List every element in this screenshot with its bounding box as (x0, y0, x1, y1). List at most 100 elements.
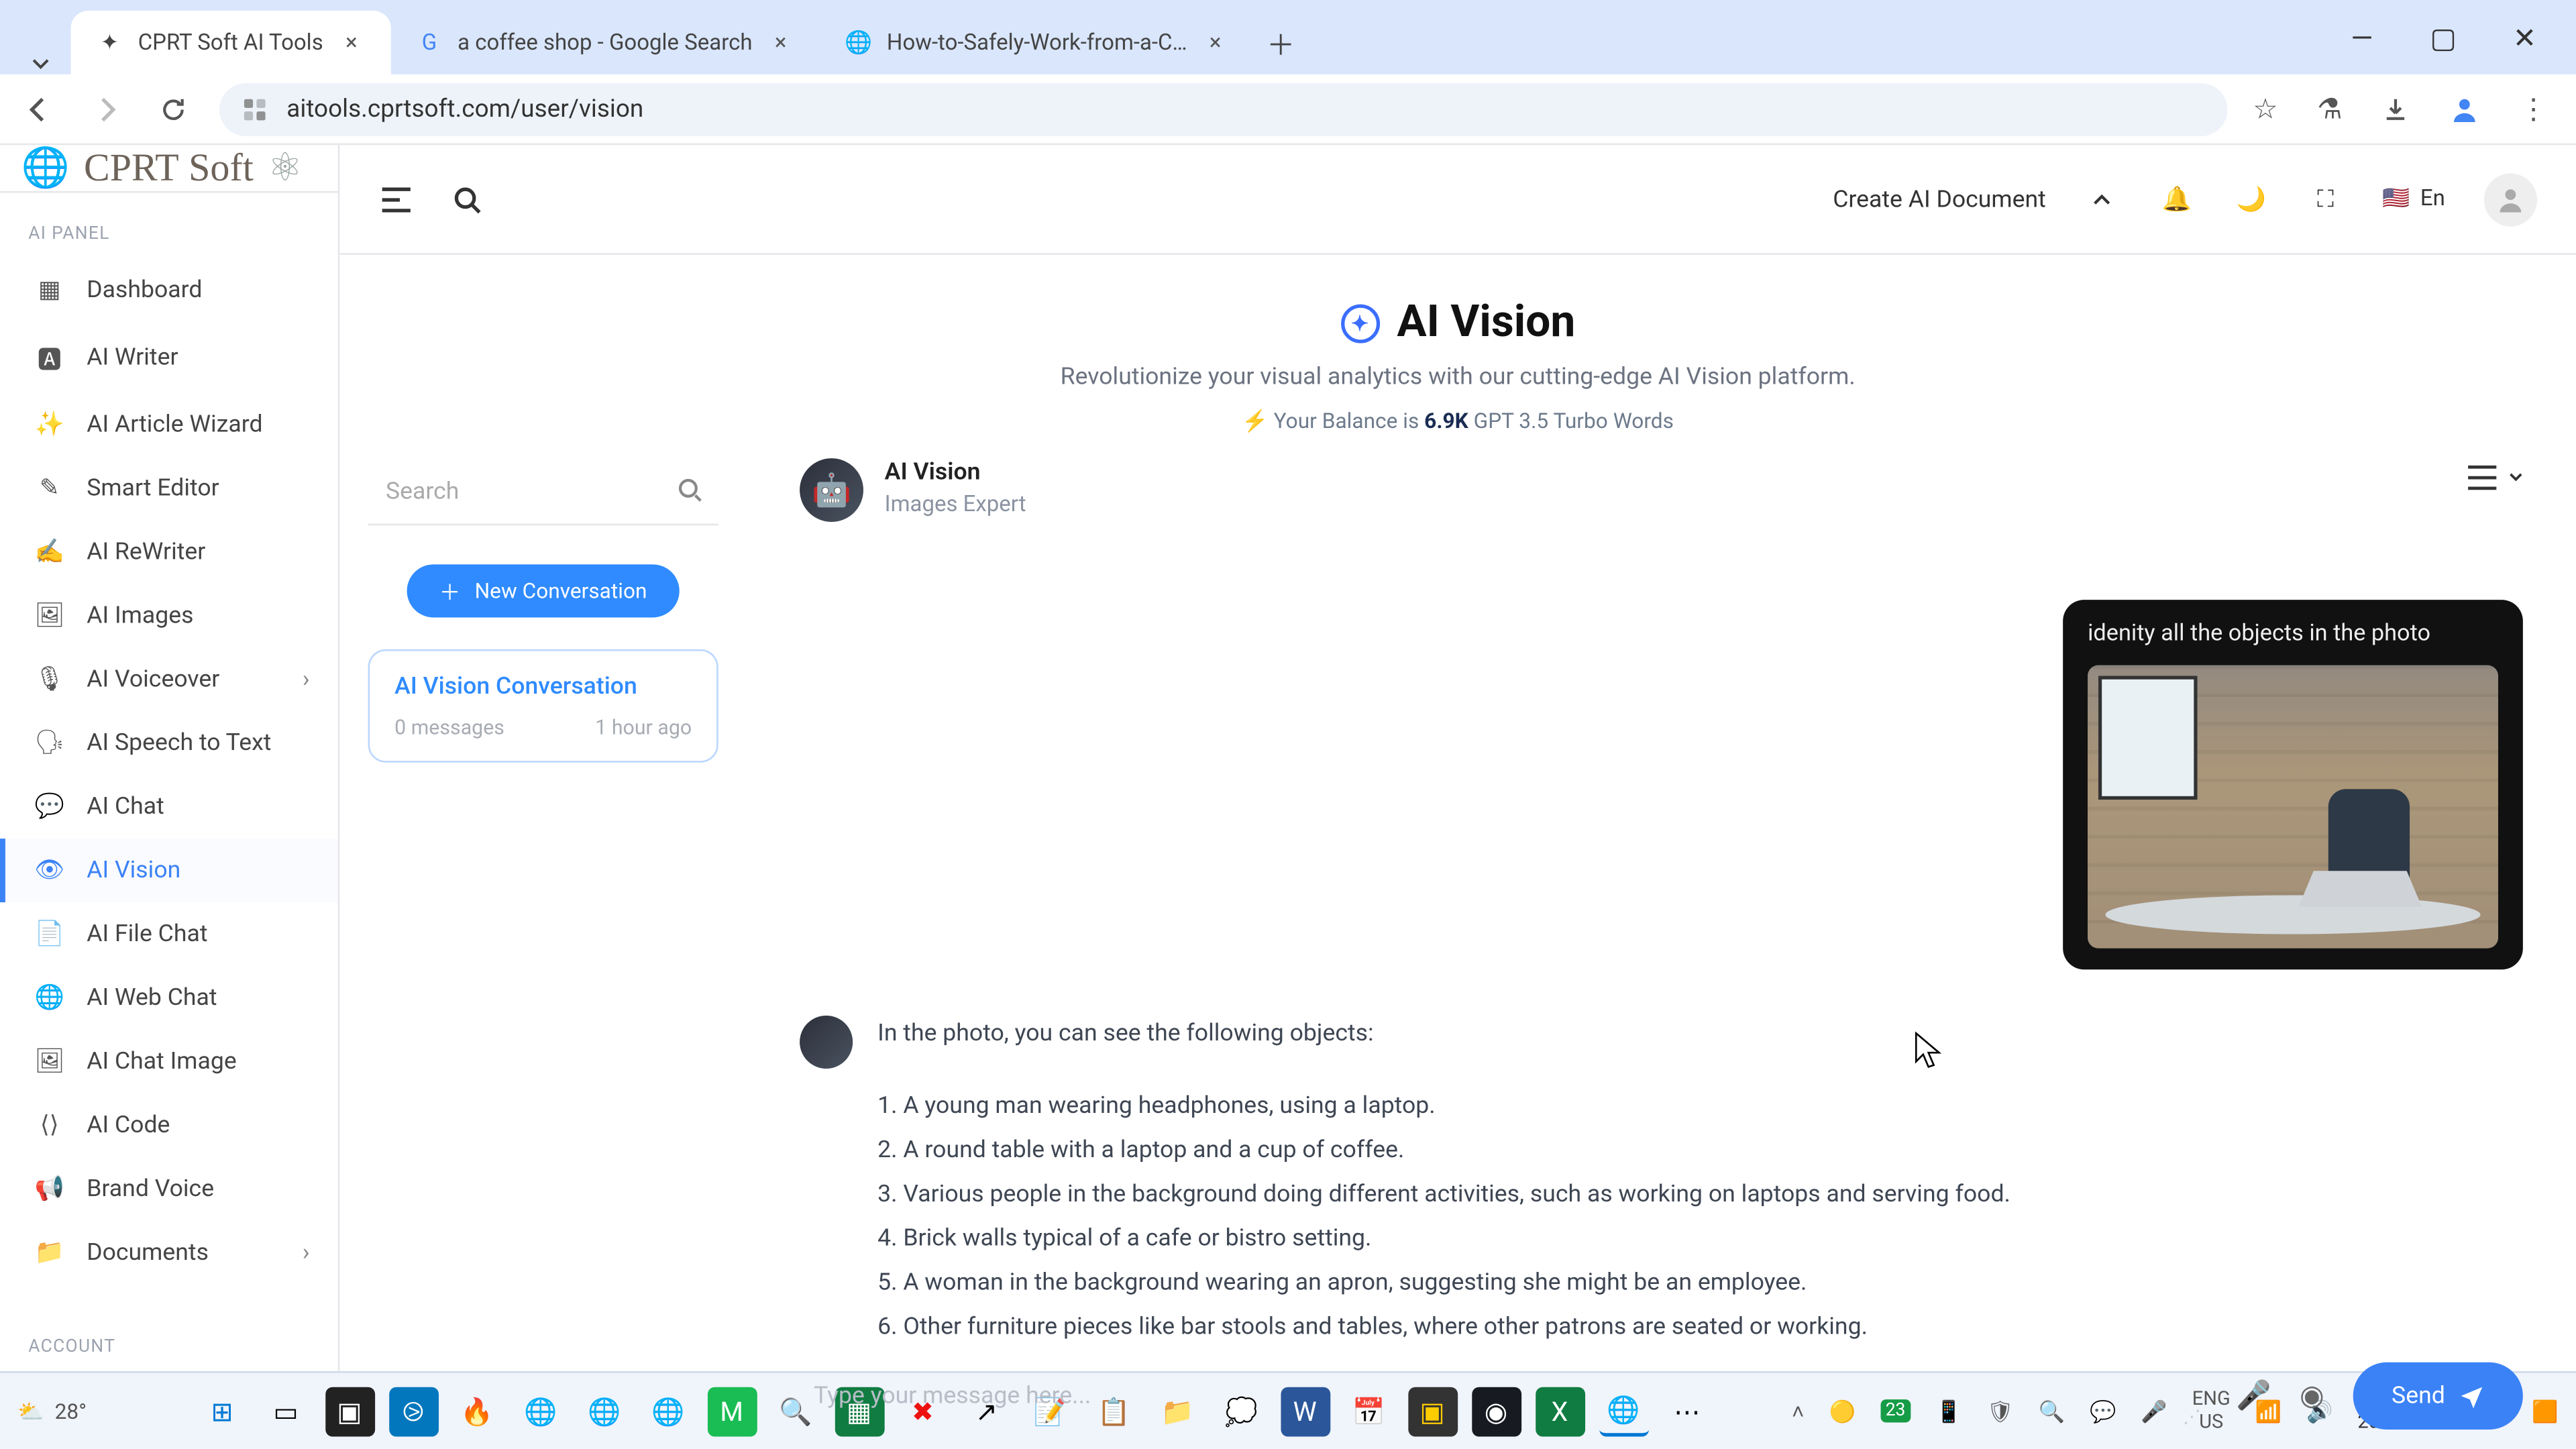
ai-message-line: 5. A woman in the background wearing an … (877, 1261, 2010, 1305)
globe-icon: 🌐 (34, 983, 65, 1012)
tab-search-dropdown[interactable] (11, 53, 71, 74)
browser-tab[interactable]: G a coffee shop - Google Search × (390, 11, 820, 74)
message-input[interactable] (800, 1360, 2208, 1431)
chat-icon: 💬 (34, 793, 65, 821)
chrome-menu-icon[interactable]: ⋮ (2520, 92, 2548, 125)
chevron-right-icon: › (303, 665, 310, 694)
composer-options: ⚙GPT 3.5 Turbo 🗣Brand Voice 📚Prompt Libr… (800, 1442, 2523, 1449)
resize-handle-icon[interactable]: ⋰ (2183, 1408, 2200, 1428)
taskbar-chrome-icon[interactable]: 🌐 (643, 1386, 693, 1436)
eye-icon: 👁 (34, 856, 65, 884)
hamburger-icon[interactable] (378, 186, 414, 211)
tab-title: a coffee shop - Google Search (458, 30, 752, 56)
conversation-search-input[interactable] (368, 458, 718, 525)
vision-badge-icon: ✦ (1340, 303, 1379, 342)
fullscreen-icon[interactable]: ⛶ (2308, 185, 2343, 213)
window-minimize-button[interactable]: — (2321, 0, 2402, 74)
taskbar-app-icon[interactable]: 🔥 (452, 1386, 502, 1436)
tab-close-icon[interactable]: × (1201, 30, 1230, 56)
taskbar-chrome-icon[interactable]: 🌐 (580, 1386, 629, 1436)
dark-mode-icon[interactable]: 🌙 (2233, 185, 2269, 213)
window-close-button[interactable]: ✕ (2484, 0, 2565, 74)
labs-flask-icon[interactable]: ⚗ (2317, 92, 2343, 125)
page-title: AI Vision (1397, 297, 1575, 348)
sidebar-item-brand-voice[interactable]: 📢Brand Voice (0, 1157, 338, 1221)
user-avatar[interactable] (2484, 172, 2537, 225)
downloads-icon[interactable] (2381, 95, 2410, 123)
stop-record-icon[interactable]: ◉ (2300, 1379, 2324, 1412)
language-label: En (2420, 186, 2445, 213)
sidebar-item-label: AI Vision (87, 856, 180, 884)
search-icon[interactable] (449, 183, 485, 215)
microphone-icon[interactable]: 🎤 (2236, 1379, 2271, 1412)
taskbar-terminal-icon[interactable]: ▣ (325, 1386, 374, 1436)
uploaded-image-thumbnail[interactable] (2088, 665, 2498, 949)
language-selector[interactable]: 🇺🇸 En (2382, 186, 2445, 213)
sidebar-item-file-chat[interactable]: 📄AI File Chat (0, 902, 338, 966)
sidebar-item-vision[interactable]: 👁 AI Vision (0, 839, 338, 902)
chevron-up-icon[interactable] (2085, 189, 2121, 210)
browser-toolbar: aitools.cprtsoft.com/user/vision ☆ ⚗ ⋮ (0, 74, 2576, 145)
start-menu-icon[interactable]: ⊞ (197, 1386, 247, 1436)
sidebar-item-voiceover[interactable]: 🎙AI Voiceover› (0, 647, 338, 711)
taskbar-chrome-icon[interactable]: 🌐 (516, 1386, 566, 1436)
bell-icon[interactable]: 🔔 (2159, 185, 2195, 213)
sidebar-item-rewriter[interactable]: ✍AI ReWriter (0, 520, 338, 584)
profile-icon[interactable] (2449, 93, 2480, 124)
chat-menu-button[interactable] (2466, 458, 2522, 490)
bot-avatar: 🤖 (800, 458, 863, 522)
new-conversation-button[interactable]: ＋ New Conversation (407, 564, 679, 617)
nav-reload-button[interactable] (152, 95, 195, 123)
site-settings-icon[interactable] (241, 95, 269, 123)
taskbar-weather[interactable]: ⛅ 28° (17, 1399, 87, 1424)
taskbar-app-icon[interactable]: ▭ (261, 1386, 311, 1436)
tab-close-icon[interactable]: × (767, 30, 795, 56)
browser-tab-active[interactable]: ✦ CPRT Soft AI Tools × (70, 11, 390, 74)
sidebar-item-chat-image[interactable]: 🖼AI Chat Image (0, 1030, 338, 1093)
sidebar-item-label: AI Web Chat (87, 983, 217, 1012)
nav-forward-button[interactable] (85, 93, 127, 124)
conversation-card[interactable]: AI Vision Conversation 0 messages 1 hour… (368, 649, 718, 763)
tray-app-icon[interactable]: 🟧 (2532, 1399, 2558, 1424)
sidebar-item-speech-to-text[interactable]: 🗣 AI Speech to Text (0, 711, 338, 775)
sidebar-item-documents[interactable]: 📁Documents› (0, 1221, 338, 1285)
user-message-bubble: idenity all the objects in the photo (2063, 600, 2523, 969)
address-bar[interactable]: aitools.cprtsoft.com/user/vision (219, 83, 2228, 136)
sidebar-item-images[interactable]: 🖼 AI Images (0, 584, 338, 647)
ai-message-line: 6. Other furniture pieces like bar stool… (877, 1305, 2010, 1350)
create-ai-document-button[interactable]: Create AI Document (1833, 185, 2046, 213)
window-maximize-button[interactable]: ▢ (2403, 0, 2484, 74)
chat-area: 🤖 AI Vision Images Expert idenity all th… (747, 447, 2576, 1371)
browser-tab[interactable]: 🌐 How-to-Safely-Work-from-a-C… × (820, 11, 1254, 74)
tab-title: CPRT Soft AI Tools (138, 30, 323, 56)
taskbar-app-icon[interactable]: M (707, 1386, 757, 1436)
app-sidebar: 🌐 CPRT Soft ⚛ AI PANEL ▦Dashboard 🅰AI Wr… (0, 145, 339, 1371)
send-arrow-icon (2459, 1383, 2484, 1408)
sidebar-item-smart-editor[interactable]: ✎Smart Editor (0, 456, 338, 520)
search-icon[interactable] (676, 476, 704, 504)
send-button[interactable]: Send (2353, 1362, 2523, 1429)
mic-icon: 🗣 (34, 729, 65, 757)
sidebar-item-dashboard[interactable]: ▦Dashboard (0, 258, 338, 322)
sidebar-item-label: AI Chat (87, 793, 164, 821)
brand-logo[interactable]: 🌐 CPRT Soft ⚛ (0, 145, 338, 193)
sidebar-item-label: AI Images (87, 602, 193, 630)
taskbar-powershell-icon[interactable]: ⧁ (388, 1386, 438, 1436)
balance-text: ⚡ Your Balance is 6.9K GPT 3.5 Turbo Wor… (339, 409, 2576, 433)
tab-close-icon[interactable]: × (337, 30, 366, 56)
sidebar-item-chat[interactable]: 💬 AI Chat (0, 775, 338, 839)
sidebar-item-ai-writer[interactable]: 🅰AI Writer (0, 322, 338, 392)
new-tab-button[interactable]: ＋ (1254, 11, 1307, 74)
conversation-msg-count: 0 messages (394, 714, 504, 739)
sidebar-item-label: AI File Chat (87, 920, 207, 948)
favicon-google-icon: G (415, 28, 443, 56)
image-icon: 🖼 (34, 602, 65, 630)
sidebar-item-article-wizard[interactable]: ✨AI Article Wizard (0, 392, 338, 456)
sidebar-item-label: AI Speech to Text (87, 729, 271, 757)
sidebar-item-web-chat[interactable]: 🌐 AI Web Chat (0, 966, 338, 1030)
sidebar-item-label: AI ReWriter (87, 538, 205, 566)
flag-us-icon: 🇺🇸 (2382, 186, 2410, 213)
nav-back-button[interactable] (17, 93, 60, 124)
sidebar-item-code[interactable]: ⟨⟩AI Code (0, 1093, 338, 1157)
bookmark-star-icon[interactable]: ☆ (2253, 92, 2278, 125)
